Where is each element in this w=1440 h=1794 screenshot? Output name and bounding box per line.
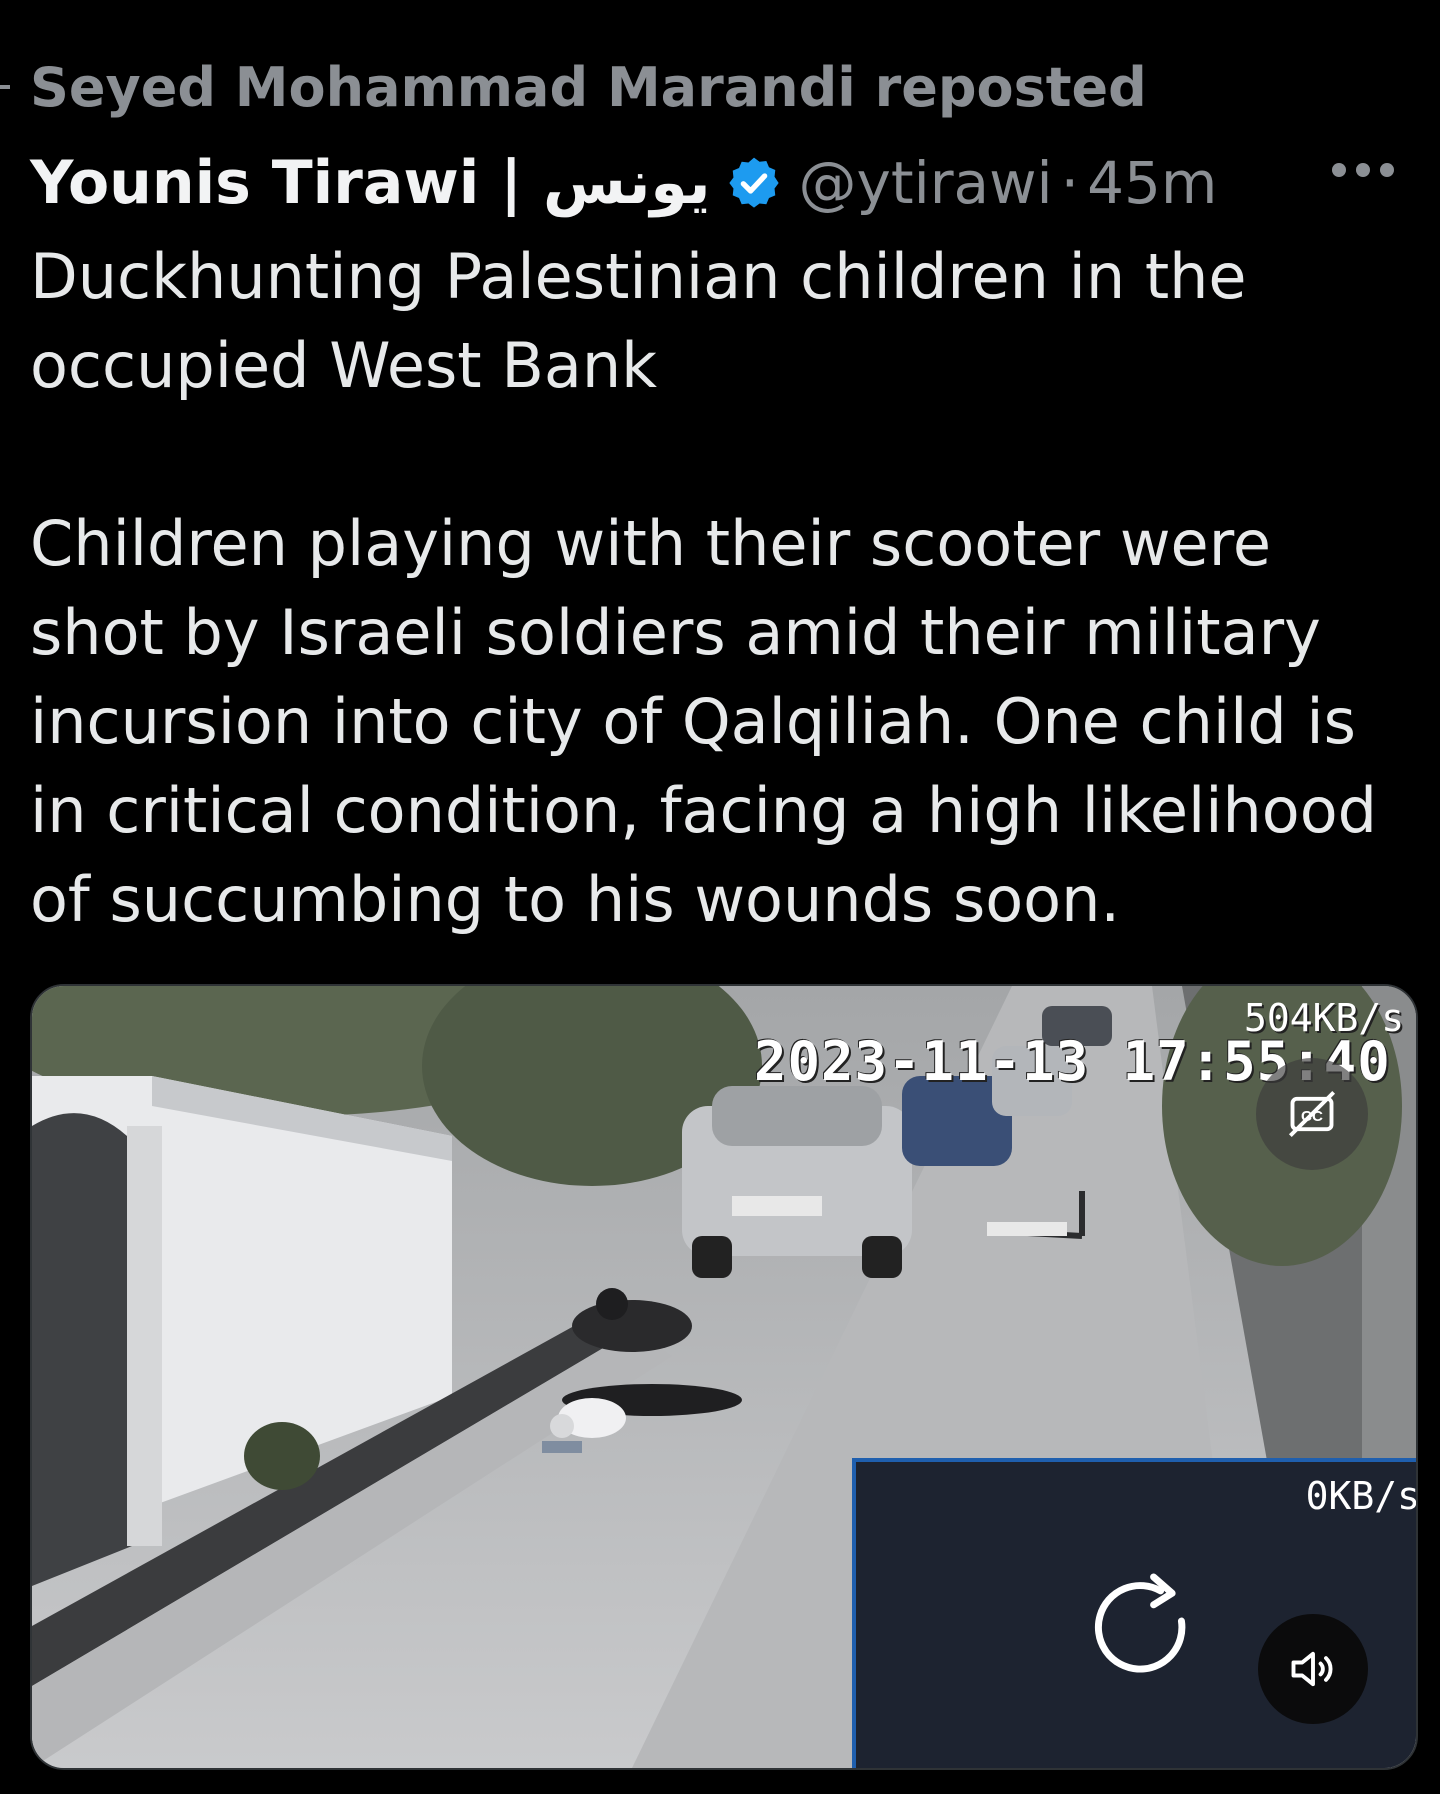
- tweet-text: Duckhunting Palestinian children in the …: [30, 232, 1420, 944]
- tweet-paragraph: Children playing with their scooter were…: [30, 507, 1377, 936]
- separator-dot: ·: [1060, 149, 1080, 217]
- author-name[interactable]: Younis Tirawi | يونس: [30, 148, 711, 218]
- tweet-paragraph: Duckhunting Palestinian children in the …: [30, 240, 1247, 402]
- loading-overlay: 0KB/s: [852, 1458, 1418, 1768]
- more-options-icon[interactable]: [1332, 163, 1394, 177]
- tweet[interactable]: Seyed Mohammad Marandi reposted Younis T…: [0, 0, 1440, 1794]
- repost-indicator: Seyed Mohammad Marandi reposted: [0, 52, 1147, 122]
- video-player[interactable]: 504KB/s 2023-11-13 17:55:40 CC 0KB/s: [30, 984, 1418, 1770]
- verified-badge-icon[interactable]: [725, 154, 783, 212]
- closed-captions-icon[interactable]: CC: [1256, 1058, 1368, 1170]
- tweet-header: Younis Tirawi | يونس @ytirawi · 45m: [30, 145, 1420, 221]
- author-handle[interactable]: @ytirawi: [799, 149, 1053, 217]
- bitrate-label-inset: 0KB/s: [1305, 1474, 1418, 1518]
- speaker-icon[interactable]: [1258, 1614, 1368, 1724]
- post-time[interactable]: 45m: [1087, 149, 1217, 217]
- reload-icon[interactable]: [1084, 1570, 1200, 1686]
- repost-text[interactable]: Seyed Mohammad Marandi reposted: [30, 56, 1147, 119]
- repost-icon: [0, 85, 10, 89]
